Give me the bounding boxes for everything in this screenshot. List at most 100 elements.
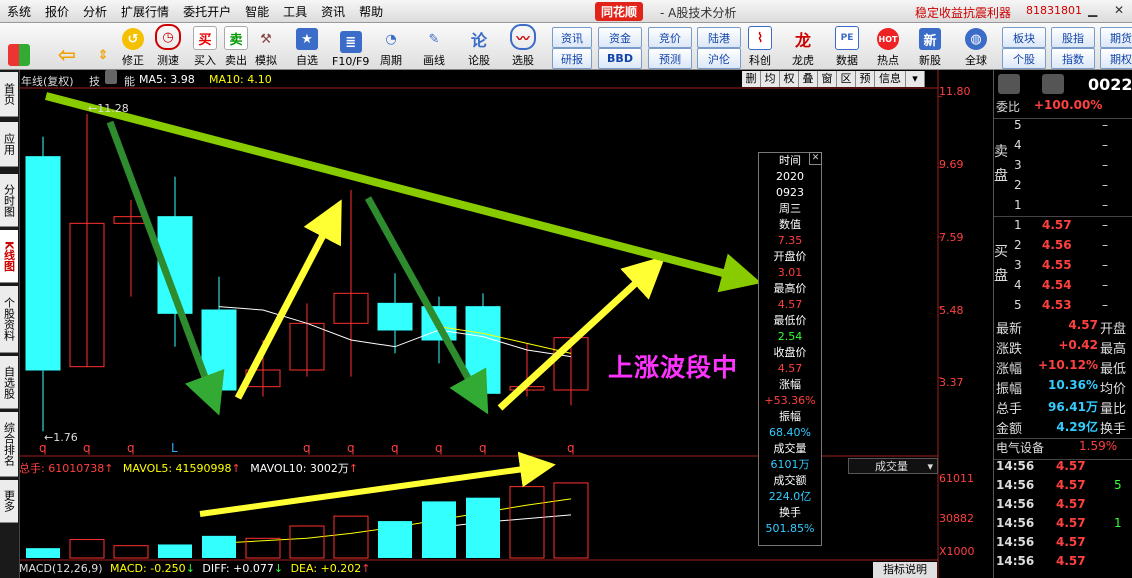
tb-btn-15[interactable]: 新新股 <box>919 24 941 68</box>
stat-key: 涨跌 <box>996 342 1023 357</box>
volume-bar-up <box>509 486 545 559</box>
tb-btn-16[interactable]: ◍ 全球 <box>965 24 987 68</box>
menu-item-3[interactable]: 扩展行情 <box>114 3 176 20</box>
menu-item-5[interactable]: 智能 <box>238 3 276 20</box>
info-line: 成交额 <box>773 474 807 487</box>
stat-row: 金额 4.29亿 换手 <box>994 418 1132 438</box>
tb-btn-14[interactable]: HOT 热点 <box>877 24 899 68</box>
menu-item-7[interactable]: 资讯 <box>314 3 352 20</box>
tool-dropdown-icon[interactable]: ▾ <box>906 71 925 87</box>
sidebar-tab-ranking[interactable]: 综合排名 <box>0 412 18 477</box>
indicator-help-button[interactable]: 指标说明 <box>873 562 937 578</box>
sector-name: 电气设备 <box>996 441 1045 455</box>
tool-forecast[interactable]: 预 <box>856 71 875 87</box>
ma5-label: MA5: 3.98 <box>139 73 195 86</box>
tb-btn-0[interactable]: ↺ 修正 <box>122 24 144 68</box>
sidebar-tab-watchlist[interactable]: 自选股 <box>0 356 18 409</box>
menu-item-0[interactable]: 系统 <box>0 3 38 20</box>
buy-level-row[interactable]: 2 4.56 – <box>994 238 1132 258</box>
tb-btn-9[interactable]: 论论股 <box>468 24 490 68</box>
sell-level-row[interactable]: 5– <box>994 118 1132 138</box>
menu-item-8[interactable]: 帮助 <box>352 3 390 20</box>
buy-level-row[interactable]: 1 4.57 – <box>994 218 1132 238</box>
tb-btn-11[interactable]: ⌇ 科创 <box>748 24 772 68</box>
close-icon[interactable]: ✕ <box>1114 3 1124 17</box>
tb-small-0[interactable]: 资讯 <box>552 27 592 48</box>
tb-btn-7[interactable]: ◔ 周期 <box>380 24 402 68</box>
buy-level-row[interactable]: 4 4.54 – <box>994 278 1132 298</box>
tool-delete[interactable]: 删 <box>742 71 761 87</box>
tb-small-6[interactable]: 预测 <box>648 48 692 69</box>
tb-small-4[interactable]: 研报 <box>552 48 592 69</box>
sell-level-row[interactable]: 4– <box>994 138 1132 158</box>
sidebar-tab-kline[interactable]: K线图 <box>0 230 18 283</box>
minimize-icon[interactable]: ▁ <box>1088 3 1097 17</box>
tb-small-5[interactable]: BBD <box>598 48 642 69</box>
tb-btn-12[interactable]: 龙龙虎 <box>792 24 814 68</box>
level-number: 3 <box>1014 258 1022 272</box>
promo-text[interactable]: 稳定收益抗震利器 <box>915 4 1011 21</box>
info-line: 7.35 <box>777 234 803 247</box>
tb-small-9[interactable]: 股指 <box>1051 27 1095 48</box>
tool-window[interactable]: 窗 <box>818 71 837 87</box>
tb-small-8[interactable]: 板块 <box>1002 27 1046 48</box>
tool-info[interactable]: 信息 <box>875 71 906 87</box>
tb-btn-6[interactable]: ≣ F10/F9 <box>332 24 369 68</box>
green-down-arrow-2 <box>364 196 489 415</box>
tb-small-10[interactable]: 期货 <box>1100 27 1132 48</box>
tb-small-13[interactable]: 期权 <box>1100 48 1132 69</box>
menu-item-1[interactable]: 报价 <box>38 3 76 20</box>
sector-row[interactable]: 电气设备 1.59% <box>994 438 1132 460</box>
tb-btn-3[interactable]: 卖卖出 <box>224 24 248 68</box>
menu-item-4[interactable]: 委托开户 <box>176 3 238 20</box>
info-line: 收盘价 <box>773 346 807 359</box>
tb-small-12[interactable]: 指数 <box>1051 48 1095 69</box>
tb-btn-13[interactable]: PE 数据 <box>835 24 859 68</box>
tb-btn-1[interactable]: ◷ 测速 <box>155 24 181 68</box>
close-icon[interactable]: ✕ <box>809 152 822 165</box>
tool-average[interactable]: 均 <box>761 71 780 87</box>
tick-time: 14:56 <box>996 478 1035 492</box>
tick-price: 4.57 <box>1056 535 1086 549</box>
buy-icon: 买 <box>193 26 217 50</box>
tb-btn-8[interactable]: ✎ 画线 <box>423 24 445 68</box>
sidebar-tab-apps[interactable]: 应用 <box>0 122 18 167</box>
tb-btn-4[interactable]: ⚒ 模拟 <box>255 24 277 68</box>
tool-rights[interactable]: 权 <box>780 71 799 87</box>
stat-row: 总手 96.41万 量比 <box>994 398 1132 418</box>
menu-item-2[interactable]: 分析 <box>76 3 114 20</box>
buy-level-row[interactable]: 5 4.53 – <box>994 298 1132 318</box>
sidebar-label: 更多 <box>2 490 16 512</box>
sidebar-tab-more[interactable]: 更多 <box>0 480 18 523</box>
tb-label: 科创 <box>749 54 771 67</box>
tool-overlay[interactable]: 叠 <box>799 71 818 87</box>
back-button[interactable]: ⇦ <box>56 24 78 68</box>
app-logo: 同花顺 <box>595 2 644 21</box>
tb-small-2[interactable]: 竞价 <box>648 27 692 48</box>
tool-range[interactable]: 区 <box>837 71 856 87</box>
period-label[interactable]: 年线(复权) <box>21 73 74 89</box>
signal-marker: q <box>347 441 355 455</box>
tb-label: 卖出 <box>225 54 247 67</box>
sell-level-row[interactable]: 1– <box>994 198 1132 218</box>
tb-small-3[interactable]: 陆港 <box>697 27 741 48</box>
indicator-select[interactable]: 成交量 ▾ <box>848 458 938 474</box>
tb-small-7[interactable]: 沪伦 <box>697 48 741 69</box>
sell-level-row[interactable]: 2– <box>994 178 1132 198</box>
volume-bar-up <box>69 539 105 559</box>
tb-small-11[interactable]: 个股 <box>1002 48 1046 69</box>
buy-level-row[interactable]: 3 4.55 – <box>994 258 1132 278</box>
tb-btn-10[interactable]: 〰选股 <box>510 24 536 68</box>
tb-btn-2[interactable]: 买买入 <box>193 24 217 68</box>
sell-level-row[interactable]: 3– <box>994 158 1132 178</box>
price-tick-3: 5.48 <box>939 304 964 317</box>
sidebar-tab-home[interactable]: 首页 <box>0 72 18 117</box>
toolbar: ⇦ ⇕ ↺ 修正 ◷ 测速 买买入 卖卖出 ⚒ 模拟 ★ 自选 ≣ F10/F9 ◔ 周期 … <box>0 23 1132 70</box>
grid-view-button[interactable] <box>8 24 30 68</box>
tb-btn-5[interactable]: ★ 自选 <box>296 24 318 68</box>
sidebar-tab-stock-info[interactable]: 个股资料 <box>0 286 18 353</box>
menu-item-6[interactable]: 工具 <box>276 3 314 20</box>
tb-small-1[interactable]: 资金 <box>598 27 642 48</box>
sidebar-tab-intraday[interactable]: 分时图 <box>0 174 18 227</box>
up-down-button[interactable]: ⇕ <box>92 24 114 68</box>
